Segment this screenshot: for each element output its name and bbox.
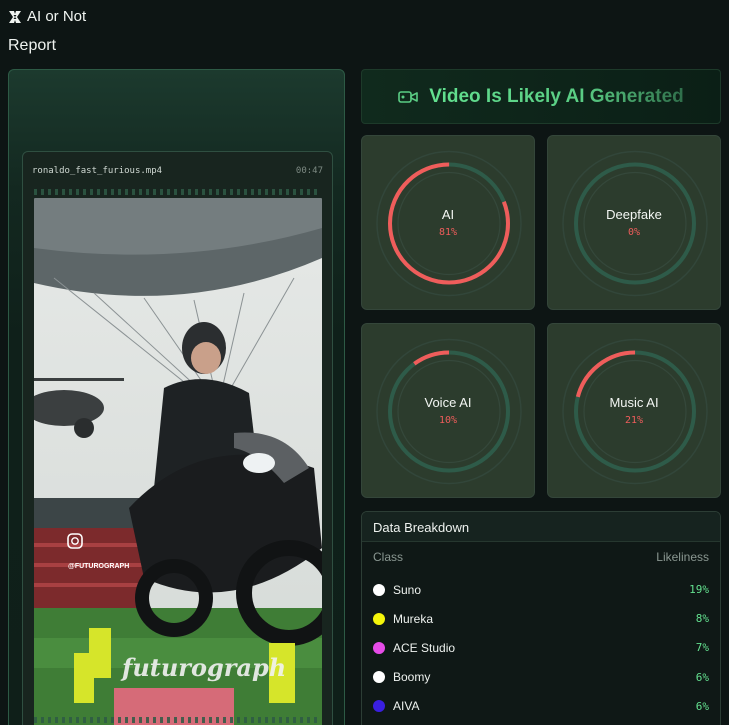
brand[interactable]: AI or Not <box>8 8 86 25</box>
class-likeliness: 6% <box>695 670 709 684</box>
video-filename: ronaldo_fast_furious.mp4 <box>32 166 163 176</box>
class-color-dot <box>373 671 385 684</box>
gauge-music-ai: Music AI 21% <box>547 323 721 498</box>
gauge-deepfake: Deepfake 0% <box>547 135 721 310</box>
ai-or-not-logo-icon <box>9 10 21 23</box>
gauge-name: Voice AI <box>424 395 472 410</box>
class-name: AIVA <box>393 699 420 714</box>
class-color-dot <box>373 583 385 596</box>
video-thumbnail[interactable]: @FUTUROGRAPH futurograph <box>34 198 322 725</box>
breakdown-row: AIVA 6% <box>362 692 720 721</box>
breakdown-row: ACE Studio 7% <box>362 633 720 662</box>
gauge-name: Music AI <box>609 395 659 410</box>
column-class-header: Class <box>373 550 404 564</box>
breakdown-row: Mureka 8% <box>362 604 720 633</box>
watermark-logo: futurograph <box>120 653 286 682</box>
class-likeliness: 6% <box>695 699 709 713</box>
class-name: ACE Studio <box>393 640 456 655</box>
class-likeliness: 8% <box>695 612 709 626</box>
verdict-text: Video Is Likely AI Generated <box>429 85 684 107</box>
class-color-dot <box>373 641 385 654</box>
breakdown-title: Data Breakdown <box>362 512 720 542</box>
gauge-ai: AI 81% <box>361 135 535 310</box>
gauge-value: 81% <box>438 227 458 238</box>
watermark-handle: @FUTUROGRAPH <box>68 563 129 570</box>
gauge-value: 21% <box>624 415 644 426</box>
gauge-voice-ai: Voice AI 10% <box>361 323 535 498</box>
page-title: Report <box>8 37 57 54</box>
class-color-dot <box>373 700 385 713</box>
gauge-name: Deepfake <box>606 207 662 222</box>
gauge-value: 0% <box>627 227 641 238</box>
class-likeliness: 19% <box>689 583 709 597</box>
data-breakdown-panel: Data Breakdown Class Likeliness Suno 19%… <box>361 511 721 725</box>
film-sprocket-top <box>34 189 321 195</box>
gauge-value: 10% <box>438 415 458 426</box>
film-sprocket-bottom <box>34 717 321 723</box>
class-color-dot <box>373 612 385 625</box>
video-camera-icon <box>398 90 419 103</box>
video-duration: 00:47 <box>295 166 323 176</box>
breakdown-row: Suno 19% <box>362 575 720 604</box>
class-name: Suno <box>393 582 422 597</box>
verdict-banner: Video Is Likely AI Generated <box>361 69 721 124</box>
gauge-name: AI <box>441 207 455 222</box>
brand-name: AI or Not <box>27 8 87 25</box>
class-name: Boomy <box>393 670 431 685</box>
media-preview-panel: ronaldo_fast_furious.mp4 00:47 @FUTUROGR… <box>8 69 345 725</box>
video-card: ronaldo_fast_furious.mp4 00:47 @FUTUROGR… <box>22 151 333 725</box>
class-likeliness: 7% <box>695 641 709 655</box>
class-name: Mureka <box>393 611 434 626</box>
column-likeliness-header: Likeliness <box>656 550 709 564</box>
breakdown-list: Suno 19% Mureka 8% ACE Studio 7% Boomy 6… <box>362 575 720 721</box>
breakdown-row: Boomy 6% <box>362 663 720 692</box>
